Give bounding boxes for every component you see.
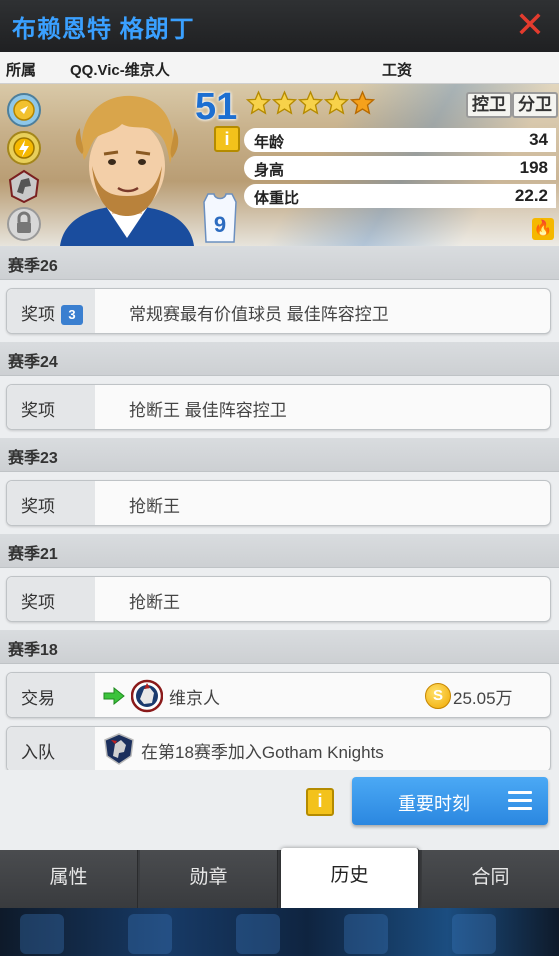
- key-moments-button[interactable]: 重要时刻: [352, 777, 548, 825]
- position-tag-sg: 分卫: [512, 92, 558, 118]
- star-icon: [324, 90, 349, 115]
- season-header: 赛季24: [0, 342, 559, 376]
- tab-badges[interactable]: 勋章: [140, 850, 278, 908]
- salary-label: 工资: [382, 62, 413, 79]
- coin-icon: S: [425, 683, 451, 709]
- gotham-knights-logo[interactable]: [103, 732, 135, 766]
- stat-label: 身高: [254, 162, 285, 179]
- jersey-number: 9: [214, 212, 226, 237]
- entry-kind: 奖项 3: [7, 289, 95, 333]
- history-entry: 奖项 抢断王: [6, 480, 551, 526]
- history-entry-trade: 交易 维京人 S 25.05万: [6, 672, 551, 718]
- season-header: 赛季18: [0, 630, 559, 664]
- stat-label: 体重比: [254, 190, 300, 207]
- trade-amount: 25.05万: [453, 689, 513, 708]
- helmet-badge-icon[interactable]: [6, 168, 42, 204]
- trade-team-name: 维京人: [169, 689, 220, 708]
- entry-kind-label: 奖项: [7, 481, 95, 525]
- stat-age: 年龄 34: [244, 128, 556, 152]
- tab-bar: 属性 勋章 历史 合同: [0, 848, 559, 908]
- history-entry: 奖项 3 常规赛最有价值球员 最佳阵容控卫: [6, 288, 551, 334]
- player-name: 布赖恩特 格朗丁: [12, 15, 195, 43]
- star-icon: [350, 90, 375, 115]
- tab-attributes[interactable]: 属性: [0, 850, 138, 908]
- stat-value: 22.2: [514, 186, 548, 205]
- entry-text: 抢断王: [129, 497, 180, 516]
- info-button[interactable]: i: [214, 126, 240, 152]
- lock-icon[interactable]: [6, 206, 42, 242]
- action-bar: i 重要时刻: [0, 770, 559, 850]
- season-header: 赛季26: [0, 246, 559, 280]
- history-entry: 奖项 抢断王: [6, 576, 551, 622]
- entry-kind-label: 入队: [7, 727, 95, 770]
- star-icon: [298, 90, 323, 115]
- entry-text: 抢断王 最佳阵容控卫: [129, 401, 287, 420]
- tab-history[interactable]: 历史: [281, 848, 419, 908]
- award-count-badge: 3: [61, 305, 83, 325]
- skill-badge-icon[interactable]: [6, 92, 42, 128]
- entry-kind-label: 奖项: [7, 385, 95, 429]
- menu-icon: [508, 791, 532, 811]
- entry-text: 常规赛最有价值球员 最佳阵容控卫: [129, 305, 389, 324]
- stat-value: 34: [529, 130, 548, 149]
- history-entry-join: 入队 在第18赛季加入Gotham Knights: [6, 726, 551, 770]
- player-card: 51 控卫 分卫 i 年龄 34 身高 198 体重比 22.2 9 🔥: [0, 84, 559, 246]
- season-header: 赛季21: [0, 534, 559, 568]
- arrow-right-icon: [103, 687, 125, 705]
- season-header: 赛季23: [0, 438, 559, 472]
- player-portrait: [60, 95, 194, 246]
- entry-text: 抢断王: [129, 593, 180, 612]
- key-moments-label: 重要时刻: [398, 794, 470, 814]
- energy-badge-icon[interactable]: [6, 130, 42, 166]
- history-list: 赛季26 奖项 3 常规赛最有价值球员 最佳阵容控卫 赛季24 奖项 抢断王 最佳…: [0, 246, 559, 770]
- stat-weight-ratio: 体重比 22.2: [244, 184, 556, 208]
- vikings-team-logo[interactable]: [131, 679, 163, 713]
- star-icon: [246, 90, 271, 115]
- entry-kind-label: 奖项: [21, 305, 55, 324]
- rating-stars: [246, 90, 375, 116]
- team-salary-row: 所属 QQ.Vic-维京人 工资: [0, 52, 559, 84]
- jersey-icon: 9: [203, 193, 237, 243]
- entry-text: 在第18赛季加入Gotham Knights: [141, 743, 384, 762]
- close-icon[interactable]: ✕: [511, 6, 549, 44]
- team-value: QQ.Vic-维京人: [70, 62, 170, 79]
- entry-kind-label: 奖项: [7, 577, 95, 621]
- footer-background: [0, 908, 559, 956]
- player-rating: 51: [195, 86, 238, 128]
- history-entry: 奖项 抢断王 最佳阵容控卫: [6, 384, 551, 430]
- stat-height: 身高 198: [244, 156, 556, 180]
- star-icon: [272, 90, 297, 115]
- title-bar: 布赖恩特 格朗丁 ✕: [0, 0, 559, 52]
- info-button[interactable]: i: [306, 788, 334, 816]
- stat-value: 198: [519, 158, 548, 177]
- entry-kind-label: 交易: [7, 673, 95, 717]
- fire-icon[interactable]: 🔥: [532, 218, 554, 240]
- stat-label: 年龄: [254, 134, 285, 151]
- position-tag-pg: 控卫: [466, 92, 512, 118]
- team-label: 所属: [6, 62, 37, 79]
- tab-contract[interactable]: 合同: [422, 850, 559, 908]
